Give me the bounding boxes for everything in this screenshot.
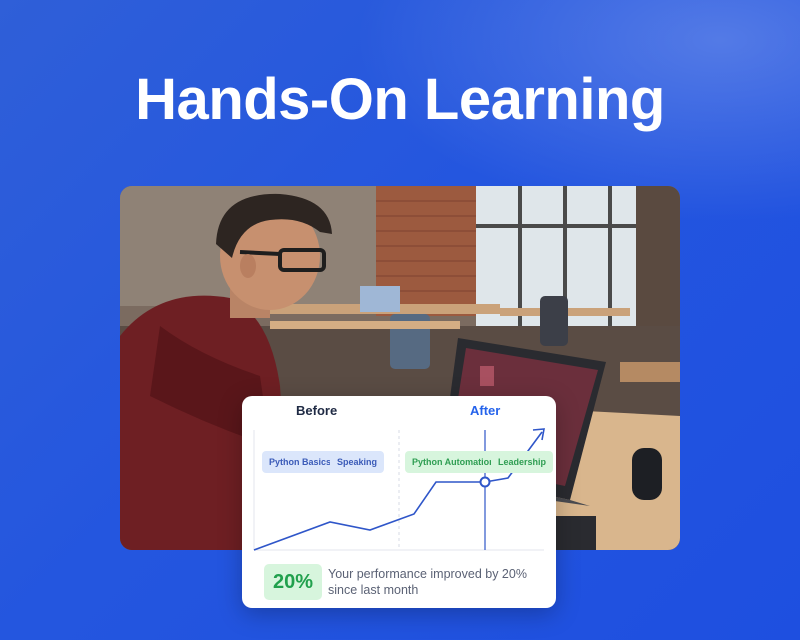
skill-chip-before-2: Speaking [330, 451, 385, 473]
skill-chip-after-2: Leadership [491, 451, 554, 473]
skill-chip-after-1: Python Automation [405, 451, 502, 473]
circle-marker-icon [479, 476, 491, 488]
skill-chip-before-1: Python Basics [262, 451, 339, 473]
page-title: Hands-On Learning [135, 67, 665, 132]
performance-card: Before After Python Basics Speaking Pyth… [242, 396, 556, 608]
performance-trend-chart [253, 428, 545, 551]
trend-line [253, 431, 543, 551]
improvement-message: Your performance improved by 20% since l… [328, 567, 527, 597]
arrow-up-right-icon [532, 428, 545, 441]
improvement-percent-badge: 20% [264, 564, 322, 600]
improvement-summary: 20% Your performance improved by 20% sin… [262, 562, 542, 602]
